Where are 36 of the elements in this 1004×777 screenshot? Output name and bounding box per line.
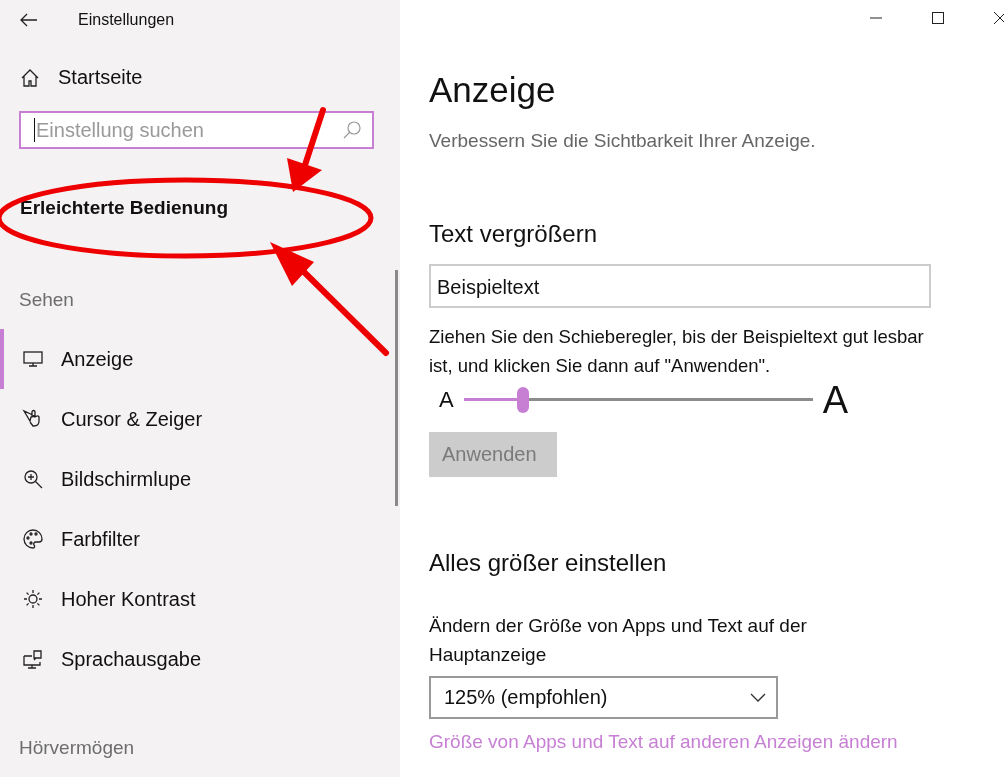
search-field[interactable]: Einstellung suchen — [19, 111, 374, 149]
text-size-slider[interactable] — [463, 387, 813, 413]
home-link[interactable]: Startseite — [20, 66, 400, 89]
text-cursor — [34, 118, 35, 142]
search-icon — [342, 120, 362, 140]
slider-instructions: Ziehen Sie den Schieberegler, bis der Beispieltext gut lesbar ist, und klicken Sie dann auf "Anwenden". — [429, 325, 925, 378]
scale-dropdown[interactable]: 125% (empfohlen) — [429, 676, 778, 719]
palette-icon — [22, 528, 44, 550]
nav-item[interactable]: Bildschirmlupe — [0, 449, 400, 509]
small-a-label: A — [439, 387, 454, 413]
magnifier-icon — [22, 468, 44, 490]
section-heading: Alles größer einstellen — [429, 549, 668, 577]
close-icon[interactable] — [994, 12, 1004, 24]
back-arrow-icon[interactable] — [20, 13, 38, 27]
page-subtitle: Verbessern Sie die Sichtbarkeit Ihrer Anzeige. — [429, 130, 817, 152]
section-heading: Sehen — [19, 289, 75, 311]
category-heading: Erleichterte Bedienung — [20, 197, 229, 219]
section-heading: Text vergrößern — [429, 220, 599, 248]
section-heading: Hörvermögen — [19, 737, 136, 759]
scrollbar[interactable] — [395, 270, 398, 506]
nav-item[interactable]: Sprachausgabe — [0, 629, 400, 689]
sun-icon — [22, 588, 44, 610]
nav-item[interactable]: Cursor & Zeiger — [0, 389, 400, 449]
page-title: Anzeige — [429, 70, 557, 110]
scale-label: Ändern der Größe von Apps und Text auf der Hauptanzeige — [429, 614, 808, 667]
maximize-icon[interactable] — [932, 12, 944, 24]
home-icon — [20, 67, 40, 88]
large-a-label: A — [822, 378, 849, 422]
window-title: Einstellungen — [78, 11, 175, 29]
sample-text-field[interactable]: Beispieltext — [429, 264, 931, 308]
chevron-down-icon — [750, 693, 766, 702]
narrator-icon — [22, 648, 44, 670]
slider-thumb[interactable] — [517, 387, 529, 413]
nav-item[interactable]: Hoher Kontrast — [0, 569, 400, 629]
monitor-icon — [22, 348, 44, 370]
nav-item[interactable]: Farbfilter — [0, 509, 400, 569]
